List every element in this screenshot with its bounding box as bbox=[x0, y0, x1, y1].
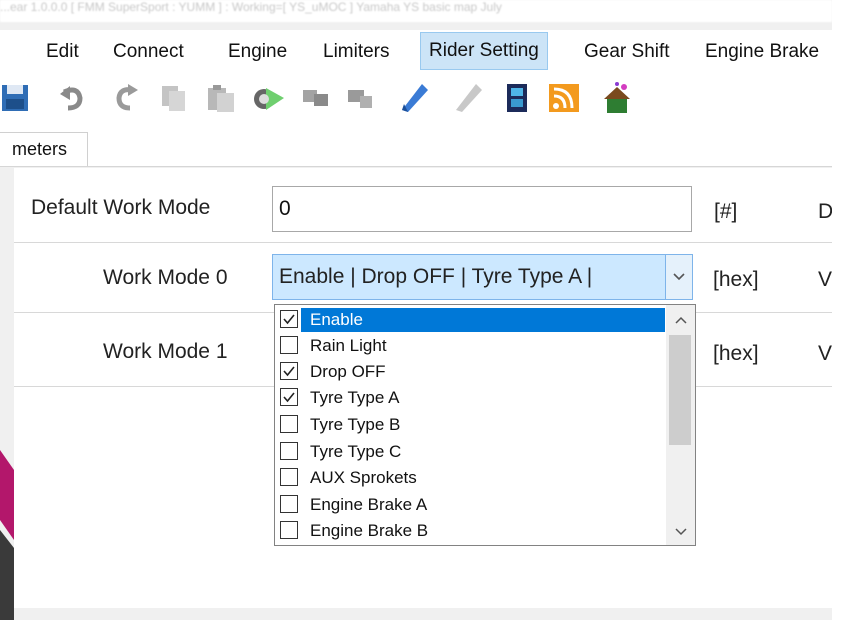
menu-gear-shift[interactable]: Gear Shift bbox=[584, 34, 670, 70]
work-mode-1-unit: [hex] bbox=[713, 342, 759, 365]
checkbox-drop-off[interactable] bbox=[280, 362, 298, 380]
menu-rider-setting[interactable]: Rider Setting bbox=[420, 32, 548, 70]
list-item-tyre-type-b[interactable]: Tyre Type B bbox=[275, 412, 667, 438]
default-work-mode-description: D bbox=[818, 200, 834, 223]
checkbox-tyre-type-c[interactable] bbox=[280, 442, 298, 460]
toolbar bbox=[0, 74, 832, 132]
list-item-label: Engine Brake B bbox=[310, 521, 429, 540]
work-mode-1-description: V bbox=[818, 342, 833, 365]
menu-engine-brake[interactable]: Engine Brake bbox=[705, 34, 819, 70]
work-mode-0-combobox[interactable]: Enable | Drop OFF | Tyre Type A | bbox=[272, 254, 693, 300]
background-decoration bbox=[0, 450, 14, 620]
checkbox-aux-sprokets[interactable] bbox=[280, 468, 298, 486]
redo-icon[interactable] bbox=[110, 82, 142, 114]
checkbox-enable[interactable] bbox=[280, 310, 298, 328]
list-item-label: Enable bbox=[310, 310, 363, 329]
checkbox-tyre-type-b[interactable] bbox=[280, 415, 298, 433]
list-item-label: Engine Brake A bbox=[310, 495, 428, 514]
rss-icon[interactable] bbox=[547, 82, 579, 114]
undo-icon[interactable] bbox=[56, 82, 88, 114]
work-mode-0-unit: [hex] bbox=[713, 268, 759, 291]
list-item-engine-brake-a[interactable]: Engine Brake A bbox=[275, 492, 667, 518]
house-icon[interactable] bbox=[600, 82, 632, 114]
copy-icon[interactable] bbox=[158, 82, 190, 114]
flash-pen-icon[interactable] bbox=[398, 82, 430, 114]
scroll-down-arrow-icon[interactable] bbox=[666, 521, 695, 543]
list-item-label: AUX Sprokets bbox=[310, 468, 417, 487]
list-item-enable[interactable]: Enable bbox=[275, 307, 667, 333]
tab-parameters[interactable]: meters bbox=[0, 132, 88, 166]
default-work-mode-label: Default Work Mode bbox=[31, 196, 211, 219]
window-title-bar: ...ear 1.0.0.0 [ FMM SuperSport : YUMM ]… bbox=[0, 0, 832, 22]
work-mode-0-description: V bbox=[818, 268, 833, 291]
scrollbar-thumb[interactable] bbox=[669, 335, 691, 445]
work-mode-0-dropdown-list: Enable Rain Light Drop OFF Tyre Type A T… bbox=[274, 304, 696, 546]
menu-limiters[interactable]: Limiters bbox=[323, 34, 390, 70]
tab-strip: meters bbox=[0, 132, 832, 167]
menu-engine[interactable]: Engine bbox=[228, 34, 287, 70]
checkbox-engine-brake-a[interactable] bbox=[280, 495, 298, 513]
list-item-rain-light[interactable]: Rain Light bbox=[275, 333, 667, 359]
window-title: ...ear 1.0.0.0 [ FMM SuperSport : YUMM ]… bbox=[0, 0, 502, 14]
chevron-down-icon[interactable] bbox=[665, 255, 692, 299]
dropdown-scrollbar[interactable] bbox=[666, 305, 695, 545]
list-item-label: Tyre Type B bbox=[310, 415, 401, 434]
checkbox-tyre-type-a[interactable] bbox=[280, 388, 298, 406]
save-icon[interactable] bbox=[0, 82, 32, 114]
list-item-engine-brake-b[interactable]: Engine Brake B bbox=[275, 518, 667, 544]
window-right-edge bbox=[832, 0, 851, 620]
list-item-tyre-type-c[interactable]: Tyre Type C bbox=[275, 439, 667, 465]
list-item-label: Drop OFF bbox=[310, 362, 386, 381]
scroll-up-arrow-icon[interactable] bbox=[666, 309, 695, 331]
menu-edit[interactable]: Edit bbox=[46, 34, 79, 70]
row-divider bbox=[14, 242, 832, 243]
checkbox-rain-light[interactable] bbox=[280, 336, 298, 354]
flash-pen-disabled-icon[interactable] bbox=[452, 82, 484, 114]
work-mode-1-label: Work Mode 1 bbox=[103, 340, 228, 363]
work-mode-0-label: Work Mode 0 bbox=[103, 266, 228, 289]
disconnect-alt-icon[interactable] bbox=[345, 82, 377, 114]
work-mode-0-value: Enable | Drop OFF | Tyre Type A | bbox=[279, 265, 593, 288]
checkbox-engine-brake-b[interactable] bbox=[280, 521, 298, 539]
film-icon[interactable] bbox=[501, 82, 533, 114]
menu-bar: Edit Connect Engine Limiters Rider Setti… bbox=[0, 30, 832, 74]
paste-icon[interactable] bbox=[205, 82, 237, 114]
list-item-aux-sprokets[interactable]: AUX Sprokets bbox=[275, 465, 667, 491]
list-item-label: Rain Light bbox=[310, 336, 387, 355]
list-item-label: Tyre Type C bbox=[310, 442, 402, 461]
list-item-drop-off[interactable]: Drop OFF bbox=[275, 359, 667, 385]
menu-connect[interactable]: Connect bbox=[113, 34, 184, 70]
default-work-mode-input[interactable]: 0 bbox=[272, 186, 692, 232]
list-item-tyre-type-a[interactable]: Tyre Type A bbox=[275, 385, 667, 411]
default-work-mode-unit: [#] bbox=[714, 200, 738, 223]
disconnect-icon[interactable] bbox=[300, 82, 332, 114]
list-item-label: Tyre Type A bbox=[310, 388, 400, 407]
connect-icon[interactable] bbox=[252, 82, 284, 114]
